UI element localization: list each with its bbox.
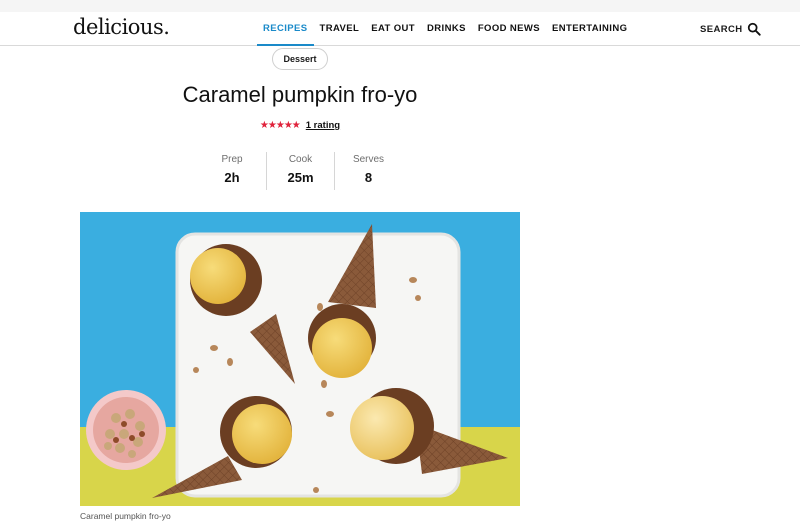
site-logo[interactable]: delicious. xyxy=(73,15,170,39)
search-icon xyxy=(747,22,761,36)
recipe-hero-image xyxy=(80,212,520,506)
nav-item-eat-out[interactable]: EAT OUT xyxy=(365,12,421,46)
nav-item-food-news[interactable]: FOOD NEWS xyxy=(472,12,546,46)
fact-cook: Cook 25m xyxy=(266,152,334,190)
nav-item-recipes[interactable]: RECIPES xyxy=(257,12,314,46)
fact-serves: Serves 8 xyxy=(334,152,402,190)
nav-item-entertaining[interactable]: ENTERTAINING xyxy=(546,12,633,46)
category-tag[interactable]: Dessert xyxy=(272,48,328,70)
fact-label: Prep xyxy=(221,154,243,165)
nav-item-travel[interactable]: TRAVEL xyxy=(314,12,366,46)
nav-item-drinks[interactable]: DRINKS xyxy=(421,12,472,46)
ice-cream-cones-illustration xyxy=(80,212,520,506)
fact-value: 2h xyxy=(224,170,240,185)
fact-prep: Prep 2h xyxy=(198,152,266,190)
top-strip xyxy=(0,0,800,12)
site-header: delicious. RECIPES TRAVEL EAT OUT DRINKS… xyxy=(0,12,800,46)
search-label: SEARCH xyxy=(700,23,743,35)
recipe-title: Caramel pumpkin fro-yo xyxy=(182,82,418,107)
search-button[interactable]: SEARCH xyxy=(700,12,761,46)
rating-count-link[interactable]: 1 rating xyxy=(306,120,340,131)
pistachio-bowl xyxy=(86,390,166,470)
rating-row: ★★★★★ 1 rating xyxy=(80,120,520,131)
star-rating: ★★★★★ xyxy=(259,120,301,131)
image-caption: Caramel pumpkin fro-yo xyxy=(80,511,171,521)
fact-value: 25m xyxy=(287,170,314,185)
recipe-facts: Prep 2h Cook 25m Serves 8 xyxy=(198,152,402,190)
fact-label: Serves xyxy=(352,154,385,165)
fact-label: Cook xyxy=(288,154,313,165)
main-nav: RECIPES TRAVEL EAT OUT DRINKS FOOD NEWS … xyxy=(257,12,633,46)
fact-value: 8 xyxy=(364,170,373,185)
